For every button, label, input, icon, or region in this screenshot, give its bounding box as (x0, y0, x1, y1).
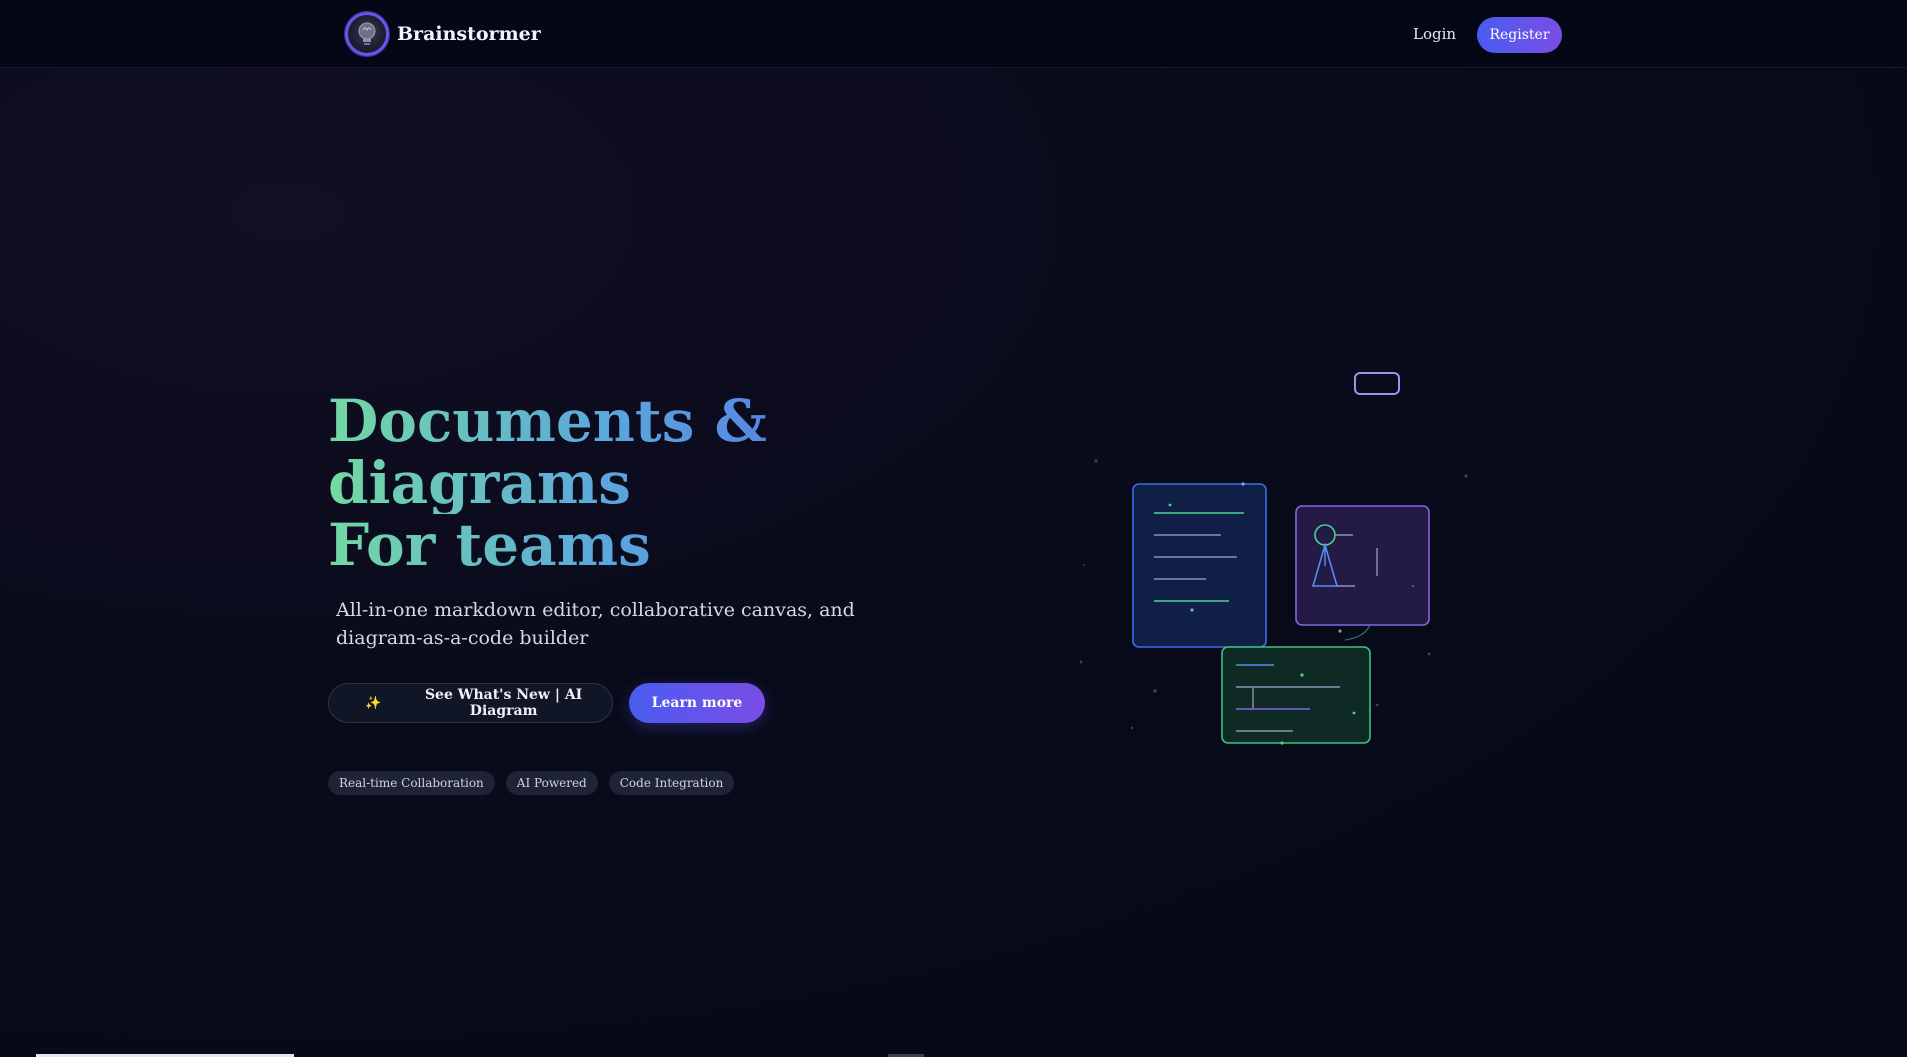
whats-new-label: See What's New | AI Diagram (424, 687, 583, 719)
document-card (1132, 482, 1267, 648)
tag-realtime-collaboration: Real-time Collaboration (328, 771, 495, 795)
feature-tags: Real-time Collaboration AI Powered Code … (328, 771, 735, 795)
tag-code-integration: Code Integration (608, 771, 735, 795)
hero-title-line-2: diagrams (328, 452, 948, 514)
sparkles-icon: ✨ (365, 695, 382, 711)
code-card (1221, 646, 1371, 745)
tag-ai-powered: AI Powered (505, 771, 598, 795)
floating-node (1354, 372, 1400, 395)
learn-more-button[interactable]: Learn more (629, 683, 765, 723)
hero-title: Documents & diagrams For teams (328, 390, 948, 576)
hero-title-line-1: Documents & (328, 390, 948, 452)
hero-illustration (1080, 372, 1468, 745)
top-navbar: Brainstormer Login Register (0, 0, 1907, 68)
register-button[interactable]: Register (1477, 17, 1562, 53)
brand-name: Brainstormer (397, 23, 541, 45)
login-link[interactable]: Login (1413, 25, 1456, 43)
whats-new-button[interactable]: ✨ See What's New | AI Diagram (328, 683, 613, 723)
hero-subtitle: All-in-one markdown editor, collaborativ… (336, 599, 855, 649)
brand[interactable]: Brainstormer (345, 12, 541, 56)
diagram-card (1295, 505, 1430, 633)
hero-title-line-3: For teams (328, 514, 948, 576)
lightbulb-brain-icon (345, 12, 389, 56)
